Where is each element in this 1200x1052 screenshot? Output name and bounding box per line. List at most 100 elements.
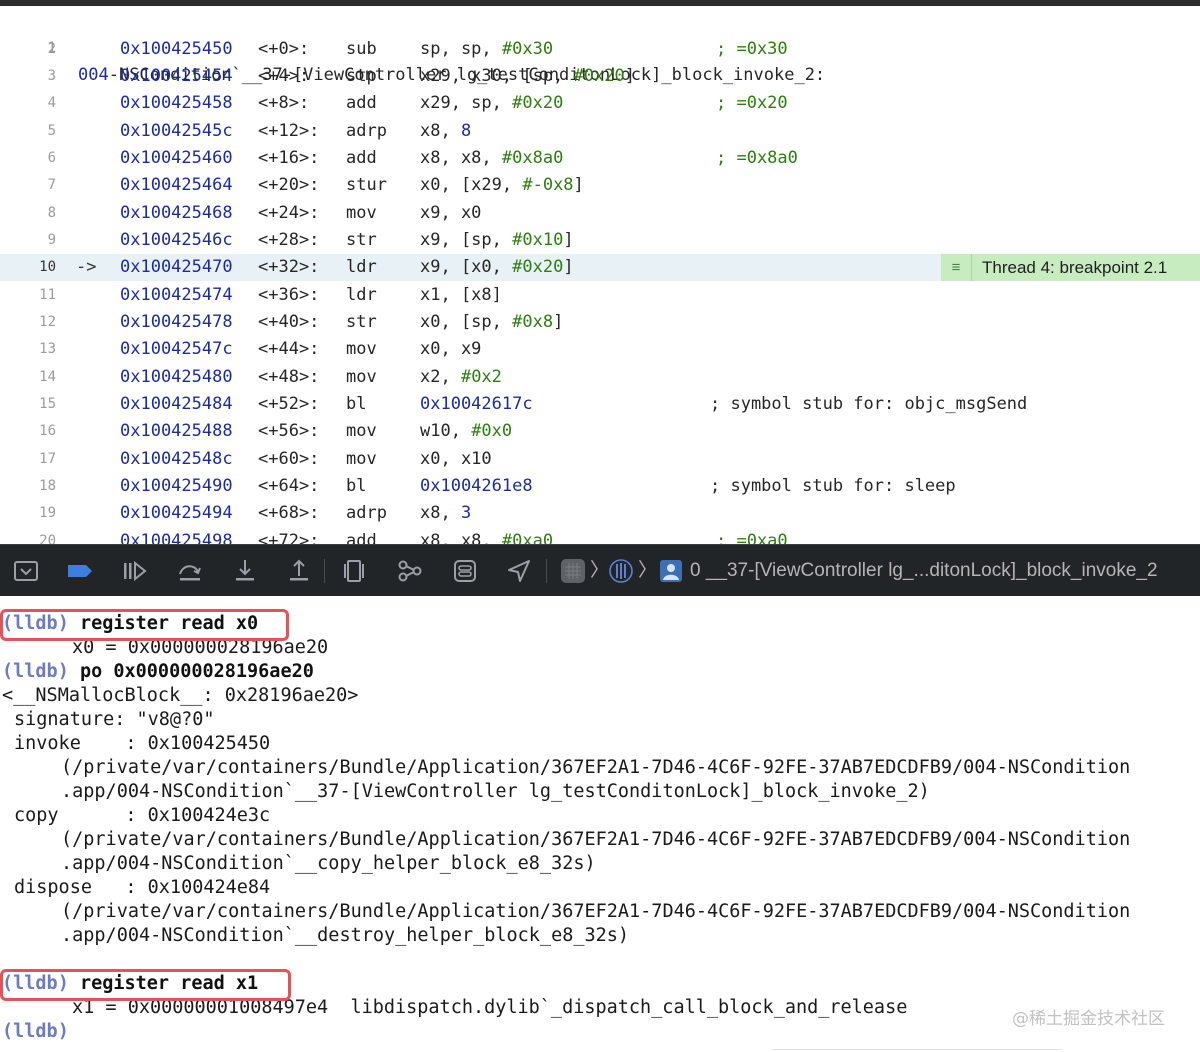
comment-text: ; =0xa0 <box>716 530 788 544</box>
step-out-icon <box>290 559 308 581</box>
lldb-console[interactable]: (lldb) register read x0 x0 = 0x0000000281… <box>0 596 1200 1052</box>
instruction-offset: <+68>: <box>258 503 320 524</box>
line-number: 14 <box>39 368 56 385</box>
simulate-location-button[interactable] <box>505 557 533 585</box>
instruction-row[interactable]: 13 0x10042547c <+44>: mov x0, x9 <box>0 336 1200 363</box>
step-into-button[interactable] <box>231 557 259 585</box>
instruction-row[interactable]: 19 0x100425494 <+68>: adrp x8, 3 <box>0 500 1200 527</box>
operand-token: 0x10042617c <box>420 394 533 415</box>
environment-overrides-button[interactable] <box>451 557 479 585</box>
instruction-mnemonic: str <box>346 229 377 250</box>
instruction-row[interactable]: 7 0x100425464 <+20>: stur x0, [x29, #-0x8] <box>0 172 1200 199</box>
instruction-mnemonic: mov <box>346 202 377 223</box>
operand-token: x8, <box>420 120 461 141</box>
thread-icon <box>609 559 633 583</box>
instruction-row[interactable]: 2 0x100425450 <+0>: sub sp, sp, #0x30 ; =0x30 <box>0 36 1200 63</box>
operand-token: x8, x8, <box>420 530 502 544</box>
instruction-mnemonic: stur <box>346 175 387 196</box>
instruction-row[interactable]: 18 0x100425490 <+64>: bl 0x1004261e8 ; symbol… <box>0 473 1200 500</box>
breadcrumb-thread[interactable] <box>607 557 635 585</box>
instruction-row[interactable]: 15 0x100425484 <+52>: bl 0x10042617c ; symbol… <box>0 391 1200 418</box>
instruction-address: 0x100425494 <box>120 503 233 524</box>
operand-token: ] <box>624 65 635 86</box>
breakpoint-icon <box>68 565 92 577</box>
instruction-comment: ; =0x30 <box>716 36 788 63</box>
toolbar-separator <box>324 559 325 583</box>
instruction-row[interactable]: 8 0x100425468 <+24>: mov x9, x0 <box>0 200 1200 227</box>
console-output-line: (/private/var/containers/Bundle/Applicat… <box>61 828 1130 852</box>
debug-memory-graph-button[interactable] <box>396 557 424 585</box>
breakpoints-toggle-button[interactable] <box>66 557 94 585</box>
line-number: 13 <box>39 341 56 358</box>
breakpoint-annotation[interactable]: ≡ Thread 4: breakpoint 2.1 <box>941 254 1200 282</box>
breadcrumb-frame-icon-button[interactable] <box>657 557 685 585</box>
instruction-operands: x8, x8, #0xa0 <box>420 528 553 544</box>
line-number: 6 <box>47 149 56 166</box>
operand-token: 0x1004261e8 <box>420 476 533 497</box>
operand-token: x9, x0 <box>420 202 482 223</box>
instruction-address: 0x100425460 <box>120 147 233 168</box>
console-output-line: (/private/var/containers/Bundle/Applicat… <box>61 900 1130 924</box>
step-over-button[interactable] <box>176 557 204 585</box>
instruction-offset: <+20>: <box>258 175 320 196</box>
instruction-row[interactable]: 17 0x10042548c <+60>: mov x0, x10 <box>0 446 1200 473</box>
instruction-row[interactable]: 6 0x100425460 <+16>: add x8, x8, #0x8a0 ; =0x… <box>0 145 1200 172</box>
line-number: 17 <box>39 450 56 467</box>
divider <box>772 1049 1062 1050</box>
instruction-offset: <+8>: <box>258 93 310 114</box>
comment-text: ; =0x20 <box>716 93 788 114</box>
continue-button[interactable] <box>120 557 148 585</box>
operand-token: #0x2 <box>460 366 502 387</box>
instruction-address: 0x100425490 <box>120 476 233 497</box>
continue-icon <box>124 560 147 582</box>
instruction-row[interactable]: 3 0x100425454 <+4>: stp x29, x30, [sp, #0x20… <box>0 63 1200 90</box>
console-text: dispose : 0x100424e84 <box>14 877 271 898</box>
instruction-operands: x8, 3 <box>420 500 471 527</box>
instruction-offset: <+32>: <box>258 257 320 278</box>
instruction-address: 0x100425488 <box>120 421 233 442</box>
line-number: 8 <box>47 204 56 221</box>
instruction-row-current[interactable]: 10 -> 0x100425470 <+32>: ldr x9, [x0, #0x20] ≡… <box>0 254 1200 282</box>
instruction-offset: <+64>: <box>258 476 320 497</box>
breadcrumb-app[interactable] <box>559 557 587 585</box>
console-output-line: copy : 0x100424e3c <box>14 804 270 828</box>
operand-token: ] <box>573 175 584 196</box>
debug-toolbar: 〉 〉 0 __37-[ViewController lg_...ditonLo… <box>0 544 1200 597</box>
debug-view-hierarchy-button[interactable] <box>340 557 368 585</box>
operand-token: x0, x9 <box>420 339 482 360</box>
instruction-row[interactable]: 11 0x100425474 <+36>: ldr x1, [x8] <box>0 282 1200 309</box>
operand-token: ] <box>563 257 574 278</box>
step-out-button[interactable] <box>285 557 313 585</box>
instruction-operands: x9, [sp, #0x10] <box>420 227 574 254</box>
disassembly-view[interactable]: 1 004-NSCondition`__37-[ViewController l… <box>0 6 1200 544</box>
instruction-mnemonic: add <box>346 93 377 114</box>
annotation-menu-icon[interactable]: ≡ <box>941 254 972 282</box>
breadcrumb-stack-frame[interactable]: 0 __37-[ViewController lg_...ditonLock]_… <box>690 545 1158 596</box>
instruction-comment: ; symbol stub for: objc_msgSend <box>710 391 1027 418</box>
hide-debug-area-button[interactable] <box>12 557 40 585</box>
operand-token: #0x20 <box>512 93 564 114</box>
operand-token: #0x30 <box>501 38 554 59</box>
instruction-row[interactable]: 9 0x10042546c <+28>: str x9, [sp, #0x10] <box>0 227 1200 254</box>
instruction-row[interactable]: 5 0x10042545c <+12>: adrp x8, 8 <box>0 118 1200 145</box>
instruction-row[interactable]: 16 0x100425488 <+56>: mov w10, #0x0 <box>0 418 1200 445</box>
instruction-address: 0x100425498 <box>120 530 233 544</box>
console-text: .app/004-NSCondition`__copy_helper_block… <box>61 853 596 874</box>
console-text: copy : 0x100424e3c <box>14 805 271 826</box>
lldb-prompt: (lldb) <box>2 661 69 682</box>
instruction-row[interactable]: 12 0x100425478 <+40>: str x0, [sp, #0x8] <box>0 309 1200 336</box>
instruction-operands: x9, [x0, #0x20] <box>420 254 574 281</box>
instruction-row[interactable]: 20 0x100425498 <+72>: add x8, x8, #0xa0 ; =0x… <box>0 528 1200 544</box>
instruction-row[interactable]: 14 0x100425480 <+48>: mov x2, #0x2 <box>0 364 1200 391</box>
app-icon <box>561 559 585 583</box>
instruction-address: 0x10042547c <box>120 339 233 360</box>
instruction-offset: <+60>: <box>258 448 320 469</box>
console-text: signature: "v8@?0" <box>14 709 215 730</box>
console-output-line: .app/004-NSCondition`__37-[ViewControlle… <box>61 780 930 804</box>
instruction-mnemonic: add <box>346 530 377 544</box>
instruction-row[interactable]: 4 0x100425458 <+8>: add x29, sp, #0x20 ; =0x2… <box>0 90 1200 117</box>
console-text: (/private/var/containers/Bundle/Applicat… <box>61 757 1131 778</box>
line-number: 18 <box>39 478 56 495</box>
console-output-line: invoke : 0x100425450 <box>14 732 270 756</box>
lldb-command: po 0x000000028196ae20 <box>68 661 314 682</box>
